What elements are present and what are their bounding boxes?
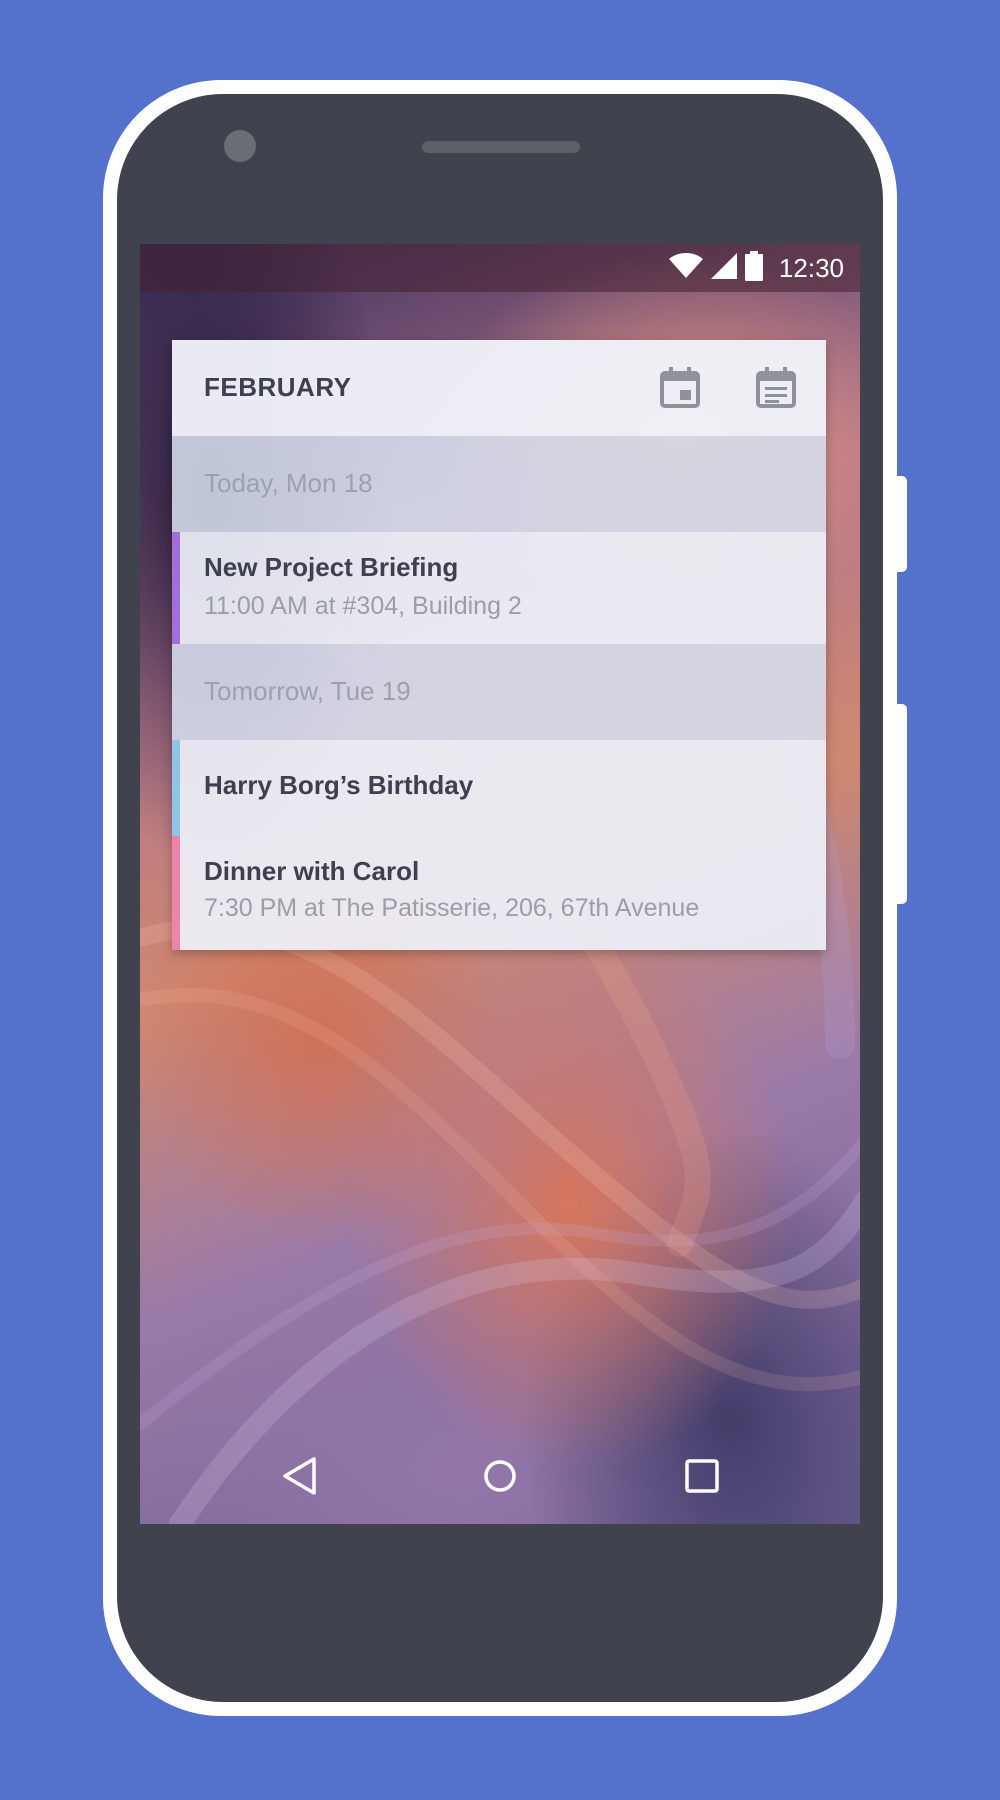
- day-header-today: Today, Mon 18: [172, 436, 826, 532]
- event-item[interactable]: Dinner with Carol 7:30 PM at The Patisse…: [172, 836, 826, 950]
- event-color-bar: [172, 532, 180, 644]
- day-header-tomorrow: Tomorrow, Tue 19: [172, 644, 826, 740]
- event-title: Harry Borg’s Birthday: [204, 770, 474, 800]
- event-title: Dinner with Carol: [204, 856, 420, 886]
- battery-icon: [744, 250, 763, 286]
- volume-button[interactable]: [897, 476, 907, 572]
- power-button[interactable]: [897, 704, 907, 904]
- widget-header: FEBRUARY: [172, 340, 826, 436]
- event-title: New Project Briefing: [204, 552, 459, 582]
- navigation-bar: [140, 1428, 860, 1524]
- month-title: FEBRUARY: [204, 372, 352, 402]
- agenda-icon[interactable]: [754, 366, 798, 410]
- wifi-icon: [668, 252, 703, 284]
- status-bar: 12:30: [140, 244, 860, 292]
- event-detail: 7:30 PM at The Patisserie, 206, 67th Ave…: [204, 894, 700, 922]
- day-label: Today, Mon 18: [204, 468, 373, 498]
- event-color-bar: [172, 836, 180, 950]
- status-time: 12:30: [778, 252, 844, 283]
- recents-icon[interactable]: [678, 1452, 726, 1500]
- event-color-bar: [172, 740, 180, 836]
- calendar-widget[interactable]: FEBRUARY Today, Mon 18 New Project Brief…: [172, 340, 826, 950]
- front-camera: [224, 130, 256, 162]
- home-icon[interactable]: [476, 1452, 524, 1500]
- back-icon[interactable]: [276, 1452, 324, 1500]
- event-item[interactable]: Harry Borg’s Birthday: [172, 740, 826, 836]
- earpiece-speaker: [422, 141, 580, 153]
- day-label: Tomorrow, Tue 19: [204, 676, 411, 706]
- event-detail: 11:00 AM at #304, Building 2: [204, 592, 522, 620]
- calendar-day-icon[interactable]: [658, 366, 702, 410]
- signal-icon: [710, 252, 737, 284]
- event-item[interactable]: New Project Briefing 11:00 AM at #304, B…: [172, 532, 826, 644]
- phone-screen: 12:30 FEBRUARY Today, Mon 18 New Project…: [140, 244, 860, 1524]
